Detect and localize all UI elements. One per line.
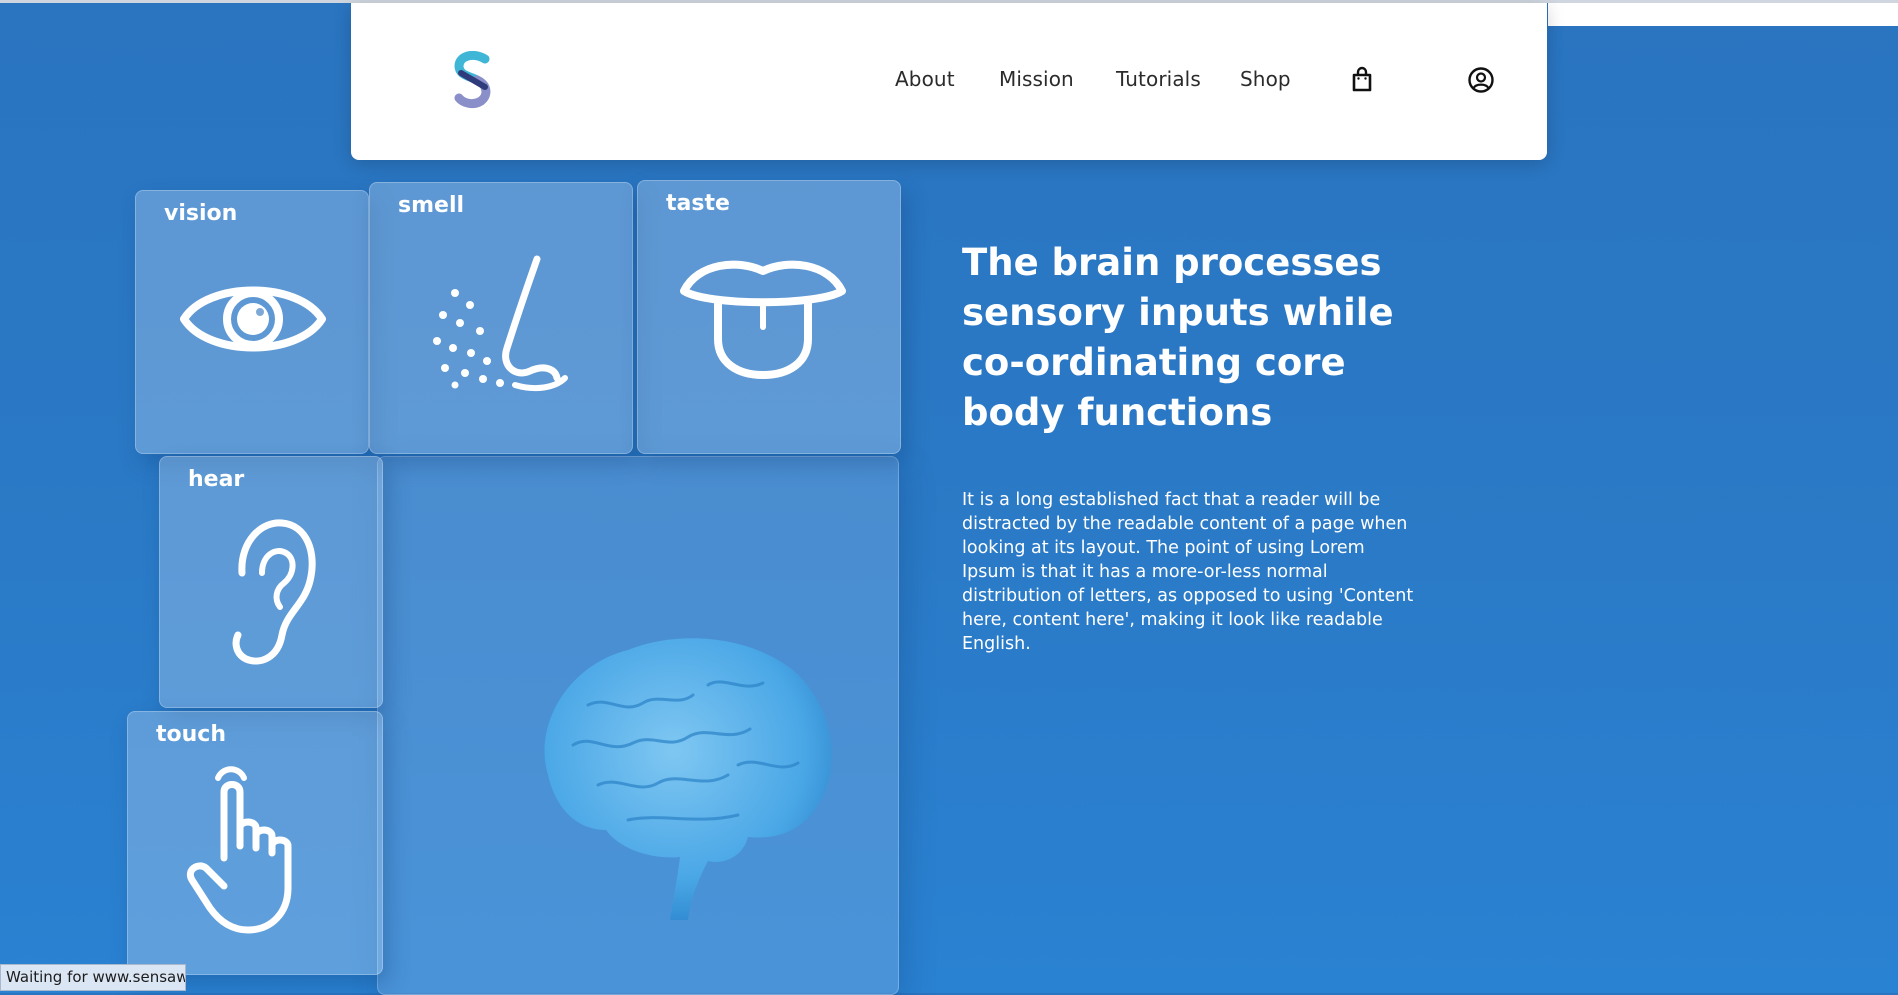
smell-label: smell	[398, 193, 465, 218]
nav-mission[interactable]: Mission	[999, 67, 1074, 91]
vision-tile: vision	[135, 190, 369, 454]
taste-label: taste	[666, 191, 730, 216]
eye-icon	[180, 286, 326, 352]
hero-body-text: It is a long established fact that a rea…	[962, 490, 1414, 654]
user-circle-icon[interactable]	[1466, 65, 1496, 95]
taste-tile: taste	[637, 180, 901, 454]
browser-status-bar: Waiting for www.sensaw...	[0, 964, 186, 991]
hear-label: hear	[188, 467, 245, 492]
touch-label: touch	[156, 722, 226, 747]
shopping-bag-icon[interactable]	[1347, 65, 1377, 95]
page-top-strip	[1548, 3, 1898, 26]
ear-icon	[232, 519, 316, 665]
smell-tile: smell	[369, 182, 633, 454]
touch-tile: touch	[127, 711, 383, 975]
vision-label: vision	[164, 201, 238, 226]
tongue-icon	[680, 260, 846, 379]
nose-icon	[433, 255, 568, 392]
site-logo[interactable]	[451, 51, 495, 109]
hero-headline: The brain processes sensory inputs while…	[962, 241, 1394, 434]
nav-tutorials[interactable]: Tutorials	[1116, 67, 1201, 91]
navbar: About Mission Tutorials Shop	[351, 3, 1547, 160]
senses-illustration: vision smell taste hear touch	[127, 178, 907, 995]
nav-shop[interactable]: Shop	[1240, 67, 1291, 91]
brain-tile	[377, 456, 899, 995]
nav-about[interactable]: About	[895, 67, 955, 91]
pointing-hand-icon	[187, 766, 292, 934]
hear-tile: hear	[159, 456, 383, 708]
brain-icon	[544, 638, 832, 920]
